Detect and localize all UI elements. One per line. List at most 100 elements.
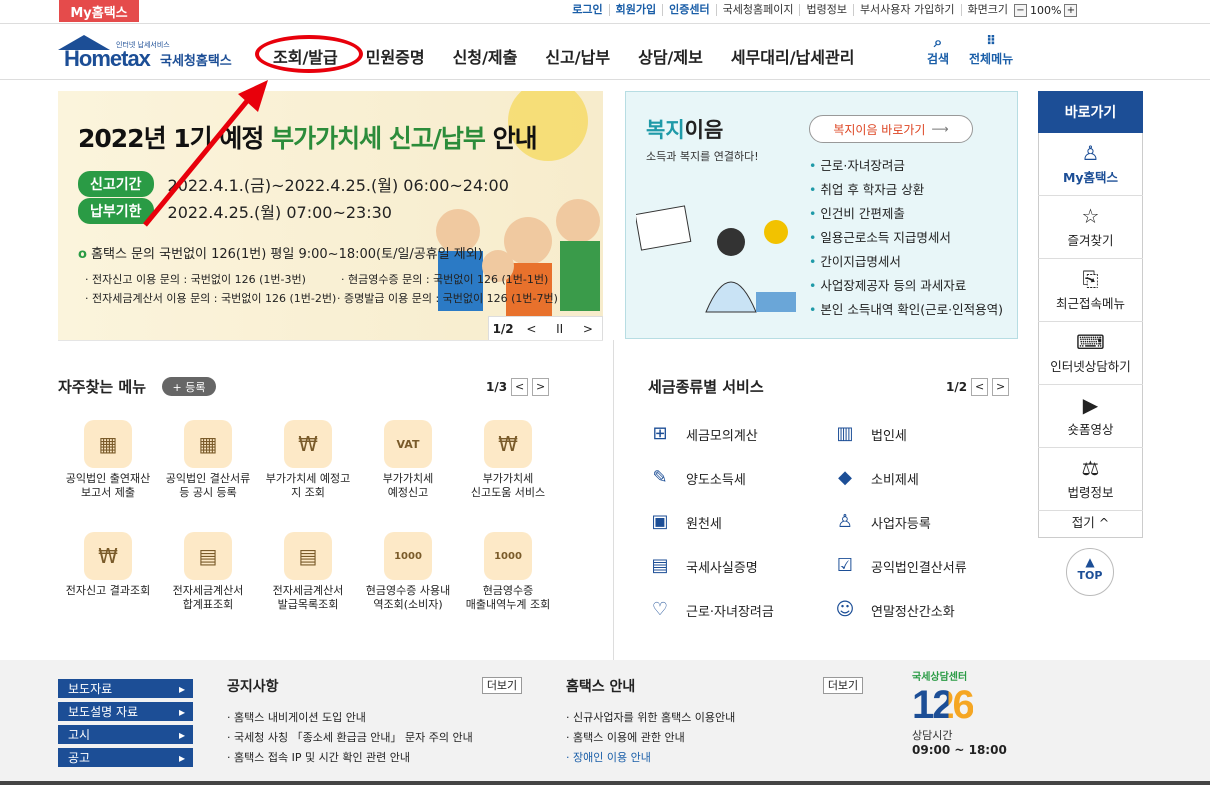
favorites-prev-button[interactable]: <: [511, 378, 529, 396]
welfare-item[interactable]: 일용근로소득 지급명세서: [809, 226, 1003, 250]
fav-item[interactable]: ₩ 부가가치세 예정고 지 조회: [258, 420, 358, 500]
search-button[interactable]: ⌕ 검색: [927, 34, 949, 67]
fav-label: 부가가치세 예정고: [265, 472, 351, 485]
nav-apply-submit[interactable]: 신청/제출: [439, 44, 532, 68]
fav-item[interactable]: VAT 부가가치세 예정신고: [358, 420, 458, 500]
tax-item[interactable]: ▥ 법인세: [833, 422, 906, 446]
calendar-icon: ▦: [184, 420, 232, 468]
guide-more-button[interactable]: 더보기: [823, 677, 863, 694]
quick-favorites[interactable]: ☆ 즐겨찾기: [1038, 196, 1143, 259]
chevron-right-icon: ▸: [178, 704, 185, 719]
law-info-link[interactable]: 법령정보: [799, 4, 852, 16]
dept-user-signup-link[interactable]: 부서사용자 가입하기: [852, 4, 961, 16]
guide-item[interactable]: 신규사업자를 위한 홈택스 이용안내: [566, 708, 735, 728]
favorites-next-button[interactable]: >: [532, 378, 550, 396]
nav-tax-agent[interactable]: 세무대리/납세관리: [717, 44, 869, 68]
fav-item[interactable]: ▤ 전자세금계산서 발급목록조회: [258, 532, 358, 612]
notice-more-button[interactable]: 더보기: [482, 677, 522, 694]
tax-item[interactable]: ▣ 원천세: [648, 510, 721, 534]
notice-gosi-button[interactable]: 고시 ▸: [58, 725, 193, 744]
welfare-item[interactable]: 근로·자녀장려금: [809, 154, 1003, 178]
nav-certificates[interactable]: 민원증명: [352, 44, 439, 68]
fav-label: 예정신고: [387, 486, 429, 499]
guide-item[interactable]: 장애인 이용 안내: [566, 748, 735, 768]
press-release-button[interactable]: 보도자료 ▸: [58, 679, 193, 698]
announcement-button[interactable]: 공고 ▸: [58, 748, 193, 767]
banner-prev-button[interactable]: <: [517, 322, 545, 336]
banner-pause-button[interactable]: II: [546, 322, 574, 336]
banner-next-button[interactable]: >: [574, 322, 602, 336]
signup-link[interactable]: 회원가입: [608, 4, 662, 16]
play-icon: ▶: [1082, 393, 1099, 417]
hometax-logo[interactable]: 인터넷 납세서비스 Hometax 국세청홈택스: [58, 32, 238, 74]
call-center-label: 국세상담센터: [912, 672, 968, 683]
all-menu-button[interactable]: ⠿ 전체메뉴: [969, 34, 1013, 67]
fav-label: 부가가치세: [382, 472, 434, 485]
notice-title: 공지사항: [227, 679, 279, 695]
welfare-item[interactable]: 간이지급명세서: [809, 250, 1003, 274]
notice-item[interactable]: 홈택스 접속 IP 및 시간 확인 관련 안내: [227, 748, 473, 768]
fav-label: 현금영수증: [482, 584, 534, 597]
tax-item[interactable]: ⊞ 세금모의계산: [648, 422, 757, 446]
heart-hand-icon: ♡: [651, 599, 669, 620]
utility-links: 로그인 회원가입 인증센터 국세청홈페이지 법령정보 부서사용자 가입하기 화면…: [566, 4, 1014, 16]
login-link[interactable]: 로그인: [566, 4, 608, 16]
tax-label: 소비제세: [871, 472, 919, 488]
invoice-search-icon: ▤: [284, 532, 332, 580]
tax-item[interactable]: ▤ 국세사실증명: [648, 554, 758, 578]
welfare-item[interactable]: 사업장제공자 등의 과세자료: [809, 274, 1003, 298]
tax-service-title: 세금종류별 서비스: [648, 378, 764, 396]
tax-label: 국세사실증명: [686, 560, 758, 576]
register-favorite-button[interactable]: + 등록: [162, 377, 216, 396]
welfare-link-button[interactable]: 복지이음 바로가기 ⟶: [809, 115, 973, 143]
receipt-search-icon: 1000: [384, 532, 432, 580]
laptop-icon: ⌨: [1076, 330, 1105, 354]
welfare-title-b: 이음: [684, 118, 724, 142]
tax-prev-button[interactable]: <: [971, 378, 989, 396]
quick-recent-menu[interactable]: ⎘ 최근접속메뉴: [1038, 259, 1143, 322]
quick-online-consult[interactable]: ⌨ 인터넷상담하기: [1038, 322, 1143, 385]
welfare-item[interactable]: 본인 소득내역 확인(근로·인적용역): [809, 298, 1003, 322]
tax-label: 근로·자녀장려금: [686, 604, 774, 620]
quick-fold-button[interactable]: 접기 ^: [1038, 511, 1143, 537]
tax-item[interactable]: ✎ 양도소득세: [648, 466, 745, 490]
guide-item[interactable]: 홈택스 이용에 관한 안내: [566, 728, 735, 748]
welfare-item[interactable]: 인건비 간편제출: [809, 202, 1003, 226]
tax-item[interactable]: ☺ 연말정산간소화: [833, 598, 955, 622]
tax-item[interactable]: ☑ 공익법인결산서류: [833, 554, 967, 578]
fav-item[interactable]: ₩ 전자신고 결과조회: [58, 532, 158, 598]
zoom-out-button[interactable]: −: [1014, 4, 1027, 17]
fav-label: 전자세금계산서: [272, 584, 344, 597]
fav-item[interactable]: 1000 현금영수증 사용내 역조회(소비자): [358, 532, 458, 612]
cert-center-link[interactable]: 인증센터: [662, 4, 715, 16]
my-hometax-button[interactable]: My홈택스: [59, 0, 139, 22]
notice-item[interactable]: 국세청 사칭 「종소세 환급금 안내」 문자 주의 안내: [227, 728, 473, 748]
salary-doc-icon: ▣: [651, 511, 669, 532]
tax-next-button[interactable]: >: [992, 378, 1010, 396]
welfare-item[interactable]: 취업 후 학자금 상환: [809, 178, 1003, 202]
fav-item[interactable]: 1000 현금영수증 매출내역누계 조회: [458, 532, 558, 612]
scroll-top-button[interactable]: ▲ TOP: [1066, 548, 1114, 596]
fav-item[interactable]: ₩ 부가가치세 신고도움 서비스: [458, 420, 558, 500]
hotline-bullet-icon: o: [78, 247, 87, 262]
tax-item[interactable]: ♙ 사업자등록: [833, 510, 931, 534]
hours-value: 09:00 ~ 18:00: [912, 743, 1007, 757]
quick-my-hometax[interactable]: ♙ My홈택스: [1038, 133, 1143, 196]
notice-item[interactable]: 홈택스 내비게이션 도입 안내: [227, 708, 473, 728]
tax-item[interactable]: ◆ 소비제세: [833, 466, 919, 490]
fav-item[interactable]: ▤ 전자세금계산서 합계표조회: [158, 532, 258, 612]
fav-item[interactable]: ▦ 공익법인 결산서류 등 공시 등록: [158, 420, 258, 500]
nav-consult-report[interactable]: 상담/제보: [624, 44, 717, 68]
won-search-icon: ₩: [284, 420, 332, 468]
fav-item[interactable]: ▦ 공익법인 출연재산 보고서 제출: [58, 420, 158, 500]
quick-law-info[interactable]: ⚖ 법령정보: [1038, 448, 1143, 511]
inquiry-line-1a: · 전자신고 이용 문의 : 국번없이 126 (1번-3번): [85, 273, 306, 286]
press-explanation-button[interactable]: 보도설명 자료 ▸: [58, 702, 193, 721]
quick-short-video[interactable]: ▶ 숏폼영상: [1038, 385, 1143, 448]
tax-item[interactable]: ♡ 근로·자녀장려금: [648, 598, 774, 622]
zoom-in-button[interactable]: +: [1064, 4, 1078, 17]
nts-home-link[interactable]: 국세청홈페이지: [715, 4, 800, 16]
welfare-link-label: 복지이음 바로가기: [833, 122, 926, 137]
nav-report-pay[interactable]: 신고/납부: [531, 44, 624, 68]
banner-page-indicator: 1/2: [492, 321, 514, 336]
